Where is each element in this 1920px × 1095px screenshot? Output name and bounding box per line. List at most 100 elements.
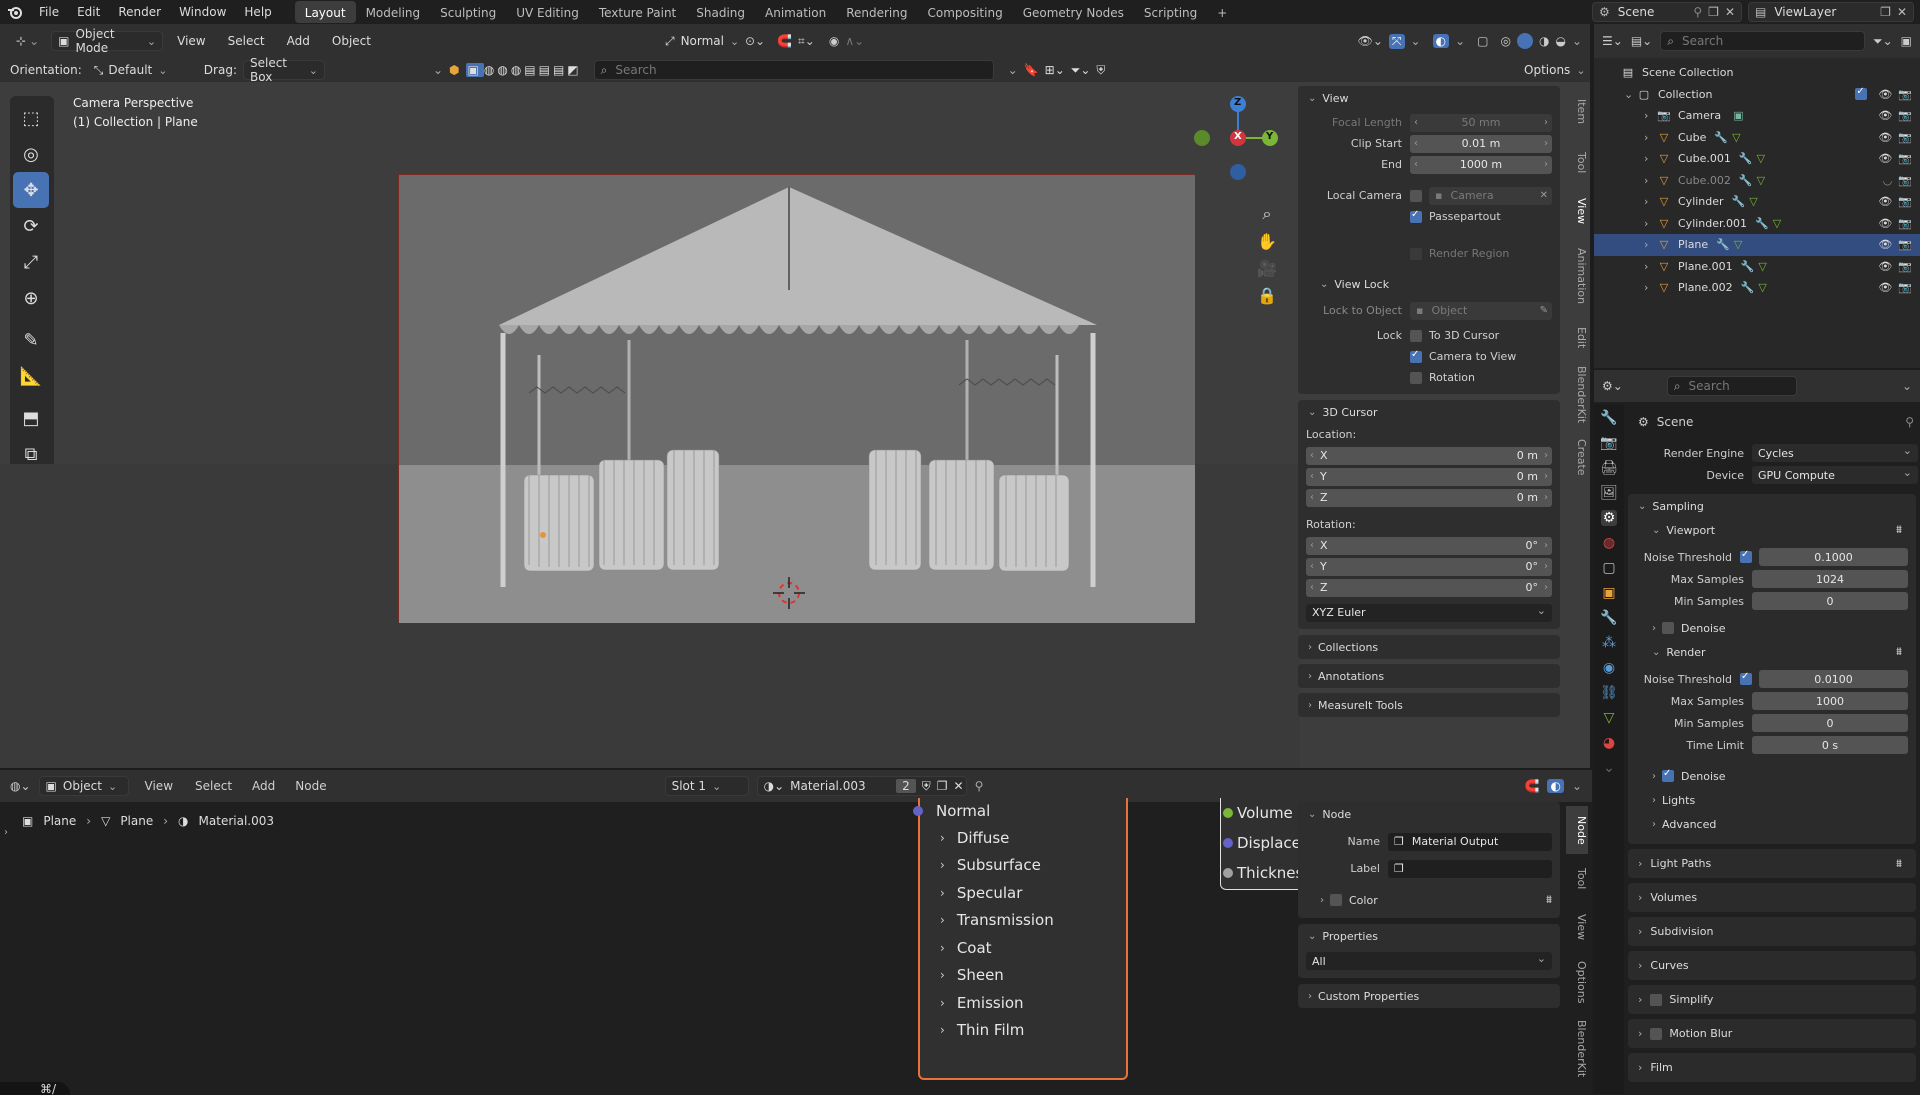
- tab-item[interactable]: Item: [1566, 86, 1588, 138]
- gizmo-toggle-icon[interactable]: ⤧: [1388, 33, 1405, 49]
- cursor-loc-x-field[interactable]: ‹ X 0 m ›: [1306, 446, 1552, 465]
- expand-icon[interactable]: ›: [1644, 152, 1656, 165]
- bsdf-panel-item[interactable]: › Subsurface: [920, 852, 1126, 880]
- focal-length-field[interactable]: ‹ 50 mm ›: [1410, 113, 1552, 132]
- pin-icon[interactable]: ⚲: [1905, 415, 1914, 429]
- render-camera-icon[interactable]: 📷: [1898, 281, 1912, 294]
- properties-section-header[interactable]: › Volumes: [1628, 883, 1916, 912]
- collection-expand-icon[interactable]: ⌄: [1624, 88, 1636, 101]
- rotation-mode-dropdown[interactable]: XYZ Euler: [1306, 603, 1552, 622]
- options-dropdown[interactable]: Options: [1518, 60, 1580, 80]
- delete-viewlayer-icon[interactable]: ✕: [1897, 5, 1907, 19]
- collapse-arrow-icon[interactable]: ›: [4, 827, 8, 838]
- outliner-item[interactable]: › ▽ Cube 🔧 ▽ 👁 📷: [1594, 127, 1920, 149]
- properties-section-header[interactable]: › Film: [1628, 1053, 1916, 1082]
- render-camera-icon[interactable]: 📷: [1898, 152, 1912, 165]
- solid-shading-icon[interactable]: [1516, 33, 1533, 49]
- navigation-gizmo[interactable]: Z X Y: [1190, 92, 1280, 182]
- breadcrumb-object[interactable]: Plane: [43, 814, 76, 828]
- properties-section-header[interactable]: › Light Paths ⩩: [1628, 849, 1916, 878]
- node-menu-select[interactable]: Select: [189, 779, 238, 793]
- tab-view[interactable]: View: [1566, 188, 1588, 234]
- outliner-item[interactable]: › ▽ Plane.001 🔧 ▽ 👁 📷: [1594, 256, 1920, 278]
- node-panel-header[interactable]: ⌄ Node: [1298, 802, 1560, 826]
- tab-blenderkit[interactable]: BlenderKit: [1566, 360, 1588, 430]
- rendered-shading-icon[interactable]: ◒: [1555, 34, 1565, 48]
- breadcrumb-material[interactable]: Material.003: [199, 814, 274, 828]
- rotation-lock-checkbox[interactable]: [1410, 371, 1422, 384]
- time-limit-field[interactable]: 0 s: [1752, 736, 1908, 754]
- properties-section-header[interactable]: › Subdivision: [1628, 917, 1916, 946]
- camera-view-icon[interactable]: 🎥: [1257, 259, 1277, 278]
- outliner-search-input[interactable]: ⌕ Search: [1660, 31, 1865, 51]
- r-max-samples-field[interactable]: 1000: [1752, 692, 1908, 710]
- annotate-tool-icon[interactable]: ✎: [13, 322, 49, 358]
- pin-icon[interactable]: ⚲: [975, 779, 984, 793]
- material-selector[interactable]: ◑⌄ Material.003 2 ⛨ ❐ ✕: [756, 776, 967, 796]
- wireframe-shading-icon[interactable]: ◎: [1500, 34, 1510, 48]
- output-tab-icon[interactable]: 🖨: [1600, 460, 1618, 476]
- lock-to-object-field[interactable]: ▪ Object ✎: [1410, 301, 1552, 320]
- r-noise-threshold-checkbox[interactable]: [1740, 671, 1752, 685]
- view-lock-header[interactable]: ⌄ View Lock: [1298, 272, 1552, 296]
- pan-hand-icon[interactable]: ✋: [1257, 232, 1277, 251]
- outliner-item[interactable]: › ▽ Cylinder.001 🔧 ▽ 👁 📷: [1594, 213, 1920, 235]
- properties-search-input[interactable]: ⌕ Search: [1666, 376, 1797, 396]
- bsdf-panel-item[interactable]: › Diffuse: [920, 824, 1126, 852]
- layout-icon[interactable]: ⊞⌄: [1045, 63, 1065, 77]
- clip-end-field[interactable]: ‹ 1000 m ›: [1410, 155, 1552, 174]
- editor-type-button[interactable]: ⊹ ⌄: [10, 31, 45, 51]
- advanced-header[interactable]: › Advanced: [1628, 812, 1916, 836]
- vp-max-samples-field[interactable]: 1024: [1752, 570, 1908, 588]
- bsdf-panel-item[interactable]: › Specular: [920, 879, 1126, 907]
- properties-section-header[interactable]: › Curves: [1628, 951, 1916, 980]
- tab-compositing[interactable]: Compositing: [917, 1, 1012, 23]
- constraints-tab-icon[interactable]: ⛓: [1600, 685, 1618, 701]
- presets-icon[interactable]: ⩩: [1896, 523, 1902, 537]
- visibility-icon[interactable]: 👁⌄: [1358, 34, 1383, 48]
- data-tab-icon[interactable]: ▽: [1604, 710, 1615, 726]
- duplicate-material-icon[interactable]: ❐: [937, 779, 948, 793]
- cursor-rot-z-field[interactable]: ‹ Z 0° ›: [1306, 578, 1552, 597]
- viewport-menu-add[interactable]: Add: [279, 34, 318, 48]
- color-subpanel-header[interactable]: › Color ⩩: [1298, 888, 1552, 912]
- custom-properties-header[interactable]: › Custom Properties: [1298, 984, 1560, 1008]
- tool-tab-icon[interactable]: 🔧: [1600, 410, 1617, 426]
- local-camera-field[interactable]: ▪ Camera ✕: [1429, 186, 1552, 205]
- outliner-item[interactable]: › ▽ Cube.001 🔧 ▽ 👁 📷: [1594, 148, 1920, 170]
- menu-window[interactable]: Window: [170, 0, 235, 24]
- modifier-tab-icon[interactable]: 🔧: [1600, 610, 1617, 626]
- cursor-tool-icon[interactable]: ◎: [13, 136, 49, 172]
- render-camera-icon[interactable]: 📷: [1898, 88, 1912, 101]
- bsdf-panel-item[interactable]: › Sheen: [920, 962, 1126, 990]
- vp-min-samples-field[interactable]: 0: [1752, 592, 1908, 610]
- scene-selector[interactable]: ⚙ Scene ⚲ ❐ ✕: [1592, 2, 1742, 22]
- move-tool-icon[interactable]: ✥: [13, 172, 49, 208]
- orientation-dropdown[interactable]: ⤡ Default: [87, 60, 192, 80]
- vp-noise-threshold-checkbox[interactable]: [1740, 549, 1752, 563]
- shading-options-icon[interactable]: ⌄: [1572, 34, 1582, 48]
- node-color-checkbox[interactable]: [1330, 894, 1342, 906]
- shield-icon[interactable]: ⛨: [1096, 63, 1105, 78]
- world-tab-icon[interactable]: ◍: [1603, 535, 1615, 551]
- expand-icon[interactable]: ›: [1644, 195, 1656, 208]
- tab-animation[interactable]: Animation: [755, 1, 836, 23]
- device-dropdown[interactable]: GPU Compute: [1752, 466, 1918, 484]
- passepartout-checkbox[interactable]: [1410, 209, 1422, 223]
- menu-render[interactable]: Render: [109, 0, 170, 24]
- collapse-icon[interactable]: ⌄: [1008, 63, 1018, 77]
- texture-tab-icon[interactable]: ⌄: [1603, 760, 1615, 776]
- node-properties-header[interactable]: ⌄ Properties: [1298, 924, 1560, 948]
- section-checkbox[interactable]: [1650, 1027, 1663, 1040]
- eye-icon[interactable]: 👁: [1878, 238, 1892, 251]
- material-shading-icon[interactable]: ◑: [1539, 34, 1549, 48]
- physics-tab-icon[interactable]: ◉: [1603, 660, 1615, 676]
- menu-file[interactable]: File: [30, 0, 68, 24]
- material-users-count[interactable]: 2: [896, 779, 916, 793]
- r-denoise-checkbox[interactable]: [1662, 768, 1674, 782]
- node-menu-node[interactable]: Node: [289, 779, 332, 793]
- node-name-field[interactable]: ❐ Material Output: [1388, 832, 1552, 851]
- tab-sculpting[interactable]: Sculpting: [430, 1, 506, 23]
- tab-node-tool[interactable]: Tool: [1566, 856, 1588, 902]
- lights-header[interactable]: › Lights: [1628, 788, 1916, 812]
